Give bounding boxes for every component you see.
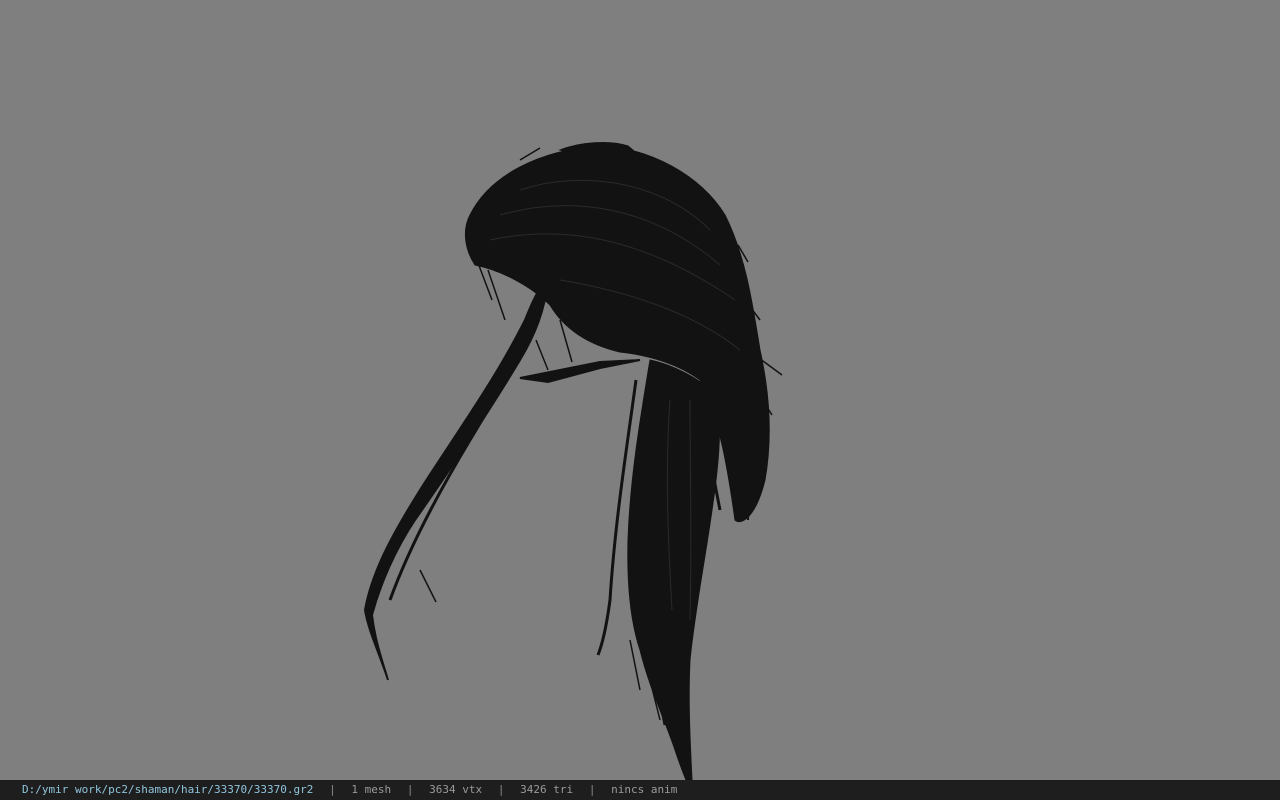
hair-model-render <box>363 142 783 780</box>
model-viewport[interactable] <box>0 0 1280 780</box>
vertex-count: 3634 vtx <box>429 783 483 796</box>
mesh-count: 1 mesh <box>351 783 392 796</box>
status-separator: | <box>406 783 414 796</box>
status-bar: D:/ymir work/pc2/shaman/hair/33370/33370… <box>0 780 1280 800</box>
hair-left-strand <box>363 278 550 681</box>
hair-cross-strand <box>519 359 641 384</box>
animation-status: nincs anim <box>611 783 678 796</box>
status-separator: | <box>497 783 505 796</box>
status-separator: | <box>588 783 596 796</box>
hair-crown <box>464 145 770 523</box>
file-path: D:/ymir work/pc2/shaman/hair/33370/33370… <box>22 783 314 796</box>
triangle-count: 3426 tri <box>520 783 574 796</box>
status-separator: | <box>329 783 336 796</box>
